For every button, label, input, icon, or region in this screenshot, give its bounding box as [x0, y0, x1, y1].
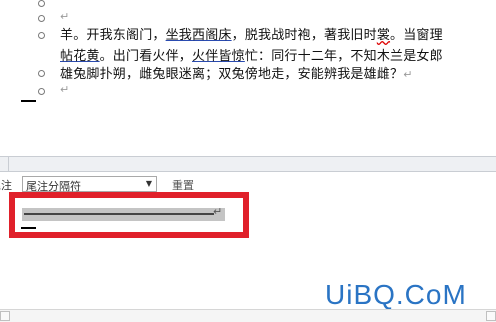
- scroll-right-button[interactable]: [486, 311, 496, 321]
- list-bullet: [38, 32, 45, 39]
- horizontal-scrollbar[interactable]: [0, 309, 496, 322]
- pane-splitter[interactable]: [0, 156, 496, 172]
- list-bullet: [38, 70, 45, 77]
- text-cursor: [21, 100, 36, 102]
- paragraph-mark: ↵: [60, 10, 70, 23]
- reset-button[interactable]: 重置: [172, 177, 194, 193]
- notes-type-select[interactable]: 尾注分隔符 ▼: [22, 176, 157, 193]
- paragraph-mark: ↵: [213, 205, 223, 218]
- text-line-2[interactable]: 帖花黄。出门看火伴，火伴皆惊忙：同行十二年，不知木兰是女郎: [60, 45, 443, 64]
- chevron-down-icon[interactable]: ▼: [142, 177, 156, 191]
- text-line-3[interactable]: 雄兔脚扑朔，雌兔眼迷离；双兔傍地走，安能辨我是雄雌？↵: [60, 63, 413, 82]
- notes-toolbar: 尾注 尾注分隔符 ▼ 重置: [0, 174, 496, 194]
- text-line-1[interactable]: 羊。开我东阁门，坐我西阁床，脱我战时袍，著我旧时裳。当窗理: [60, 24, 443, 43]
- document-pane[interactable]: ↵ 羊。开我东阁门，坐我西阁床，脱我战时袍，著我旧时裳。当窗理 帖花黄。出门看火…: [0, 0, 496, 156]
- scroll-left-button[interactable]: [0, 311, 10, 321]
- paragraph-mark: ↵: [60, 83, 70, 96]
- paragraph-mark: ↵: [403, 68, 413, 81]
- watermark-logo: UiBQ.CoM: [325, 279, 467, 310]
- list-bullet: [38, 15, 45, 22]
- text-cursor: [21, 227, 36, 229]
- notes-label: 尾注: [0, 179, 12, 192]
- list-bullet: [38, 88, 45, 95]
- list-bullet: [38, 0, 45, 7]
- splitter-handle[interactable]: [0, 157, 9, 171]
- endnote-separator-line: [24, 213, 214, 215]
